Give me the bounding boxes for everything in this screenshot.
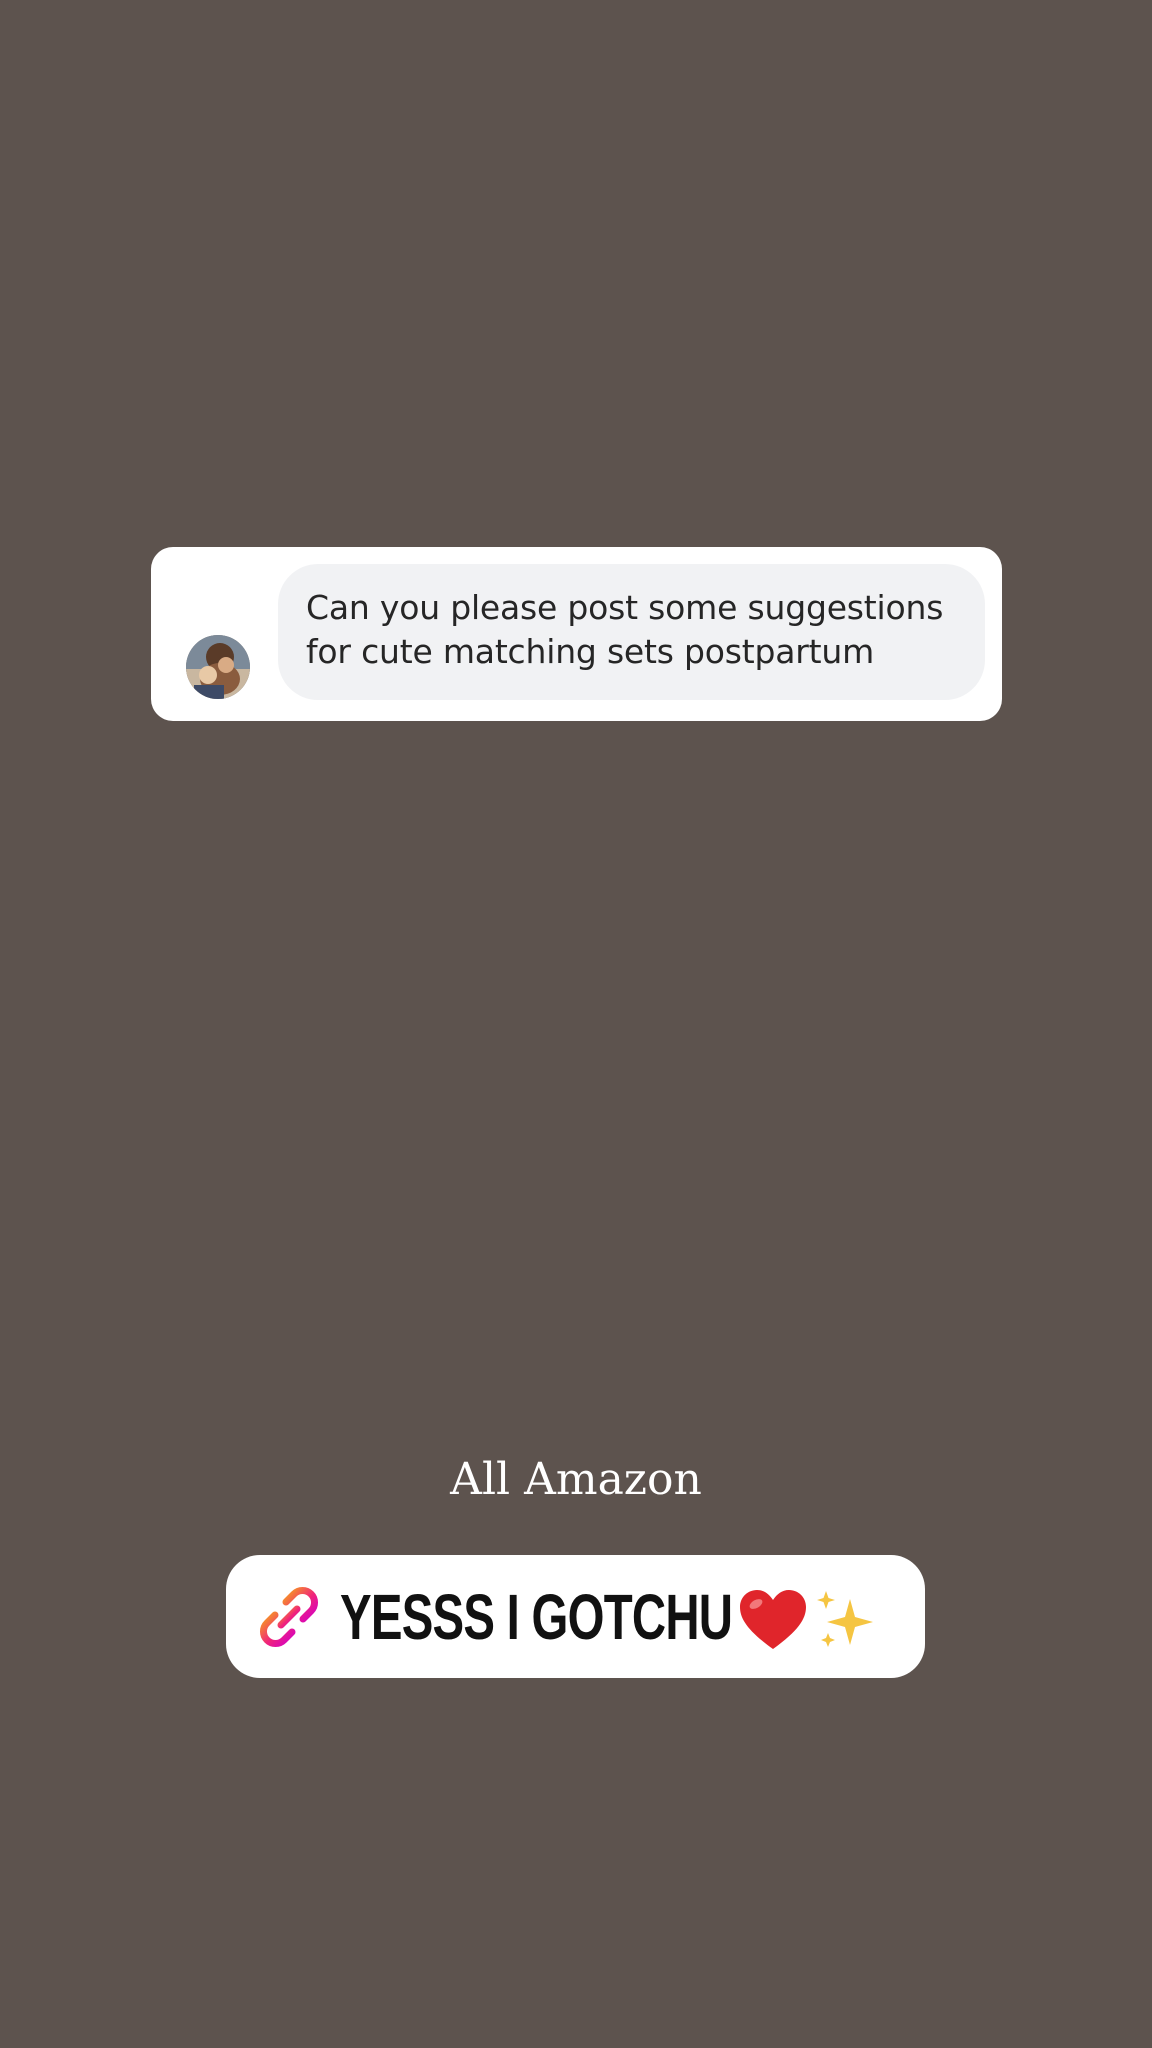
question-bubble: Can you please post some suggestions for…: [278, 564, 985, 700]
question-sticker[interactable]: Can you please post some suggestions for…: [151, 547, 1002, 721]
caption-text: All Amazon: [450, 1454, 702, 1505]
avatar: [186, 635, 250, 699]
link-sticker-label: YESSS I GOTCHU: [340, 1580, 733, 1653]
link-icon: [260, 1586, 318, 1647]
emoji-group: [738, 1585, 882, 1655]
question-text: Can you please post some suggestions for…: [306, 588, 944, 671]
heart-icon: [740, 1590, 806, 1649]
sparkles-icon: [817, 1591, 873, 1647]
link-sticker[interactable]: YESSS I GOTCHU: [226, 1555, 925, 1678]
